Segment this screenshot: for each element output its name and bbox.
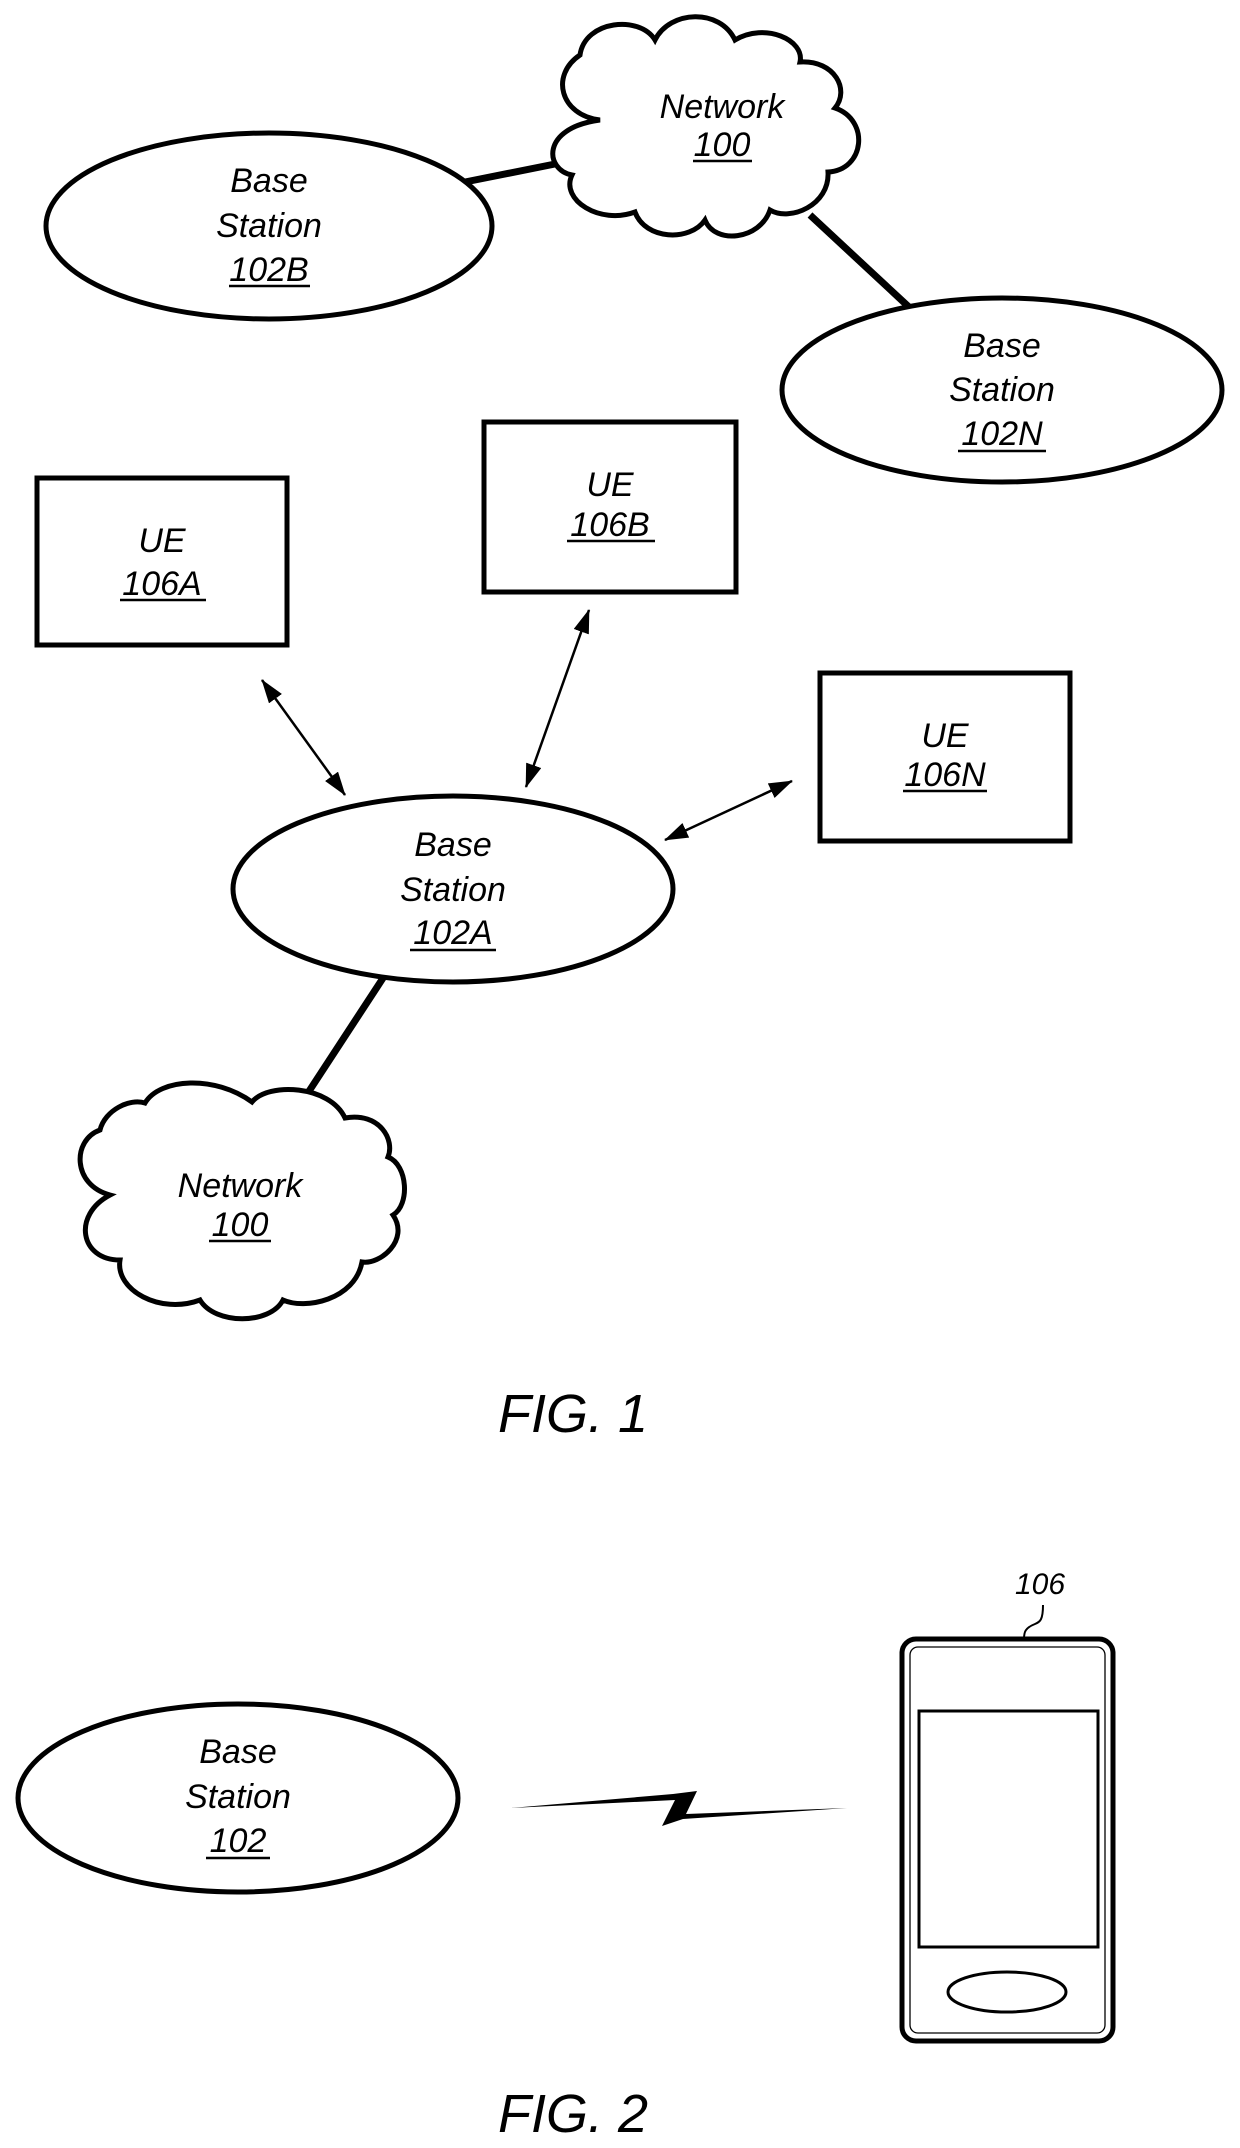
base-station-102: Base Station 102 [15,1701,461,1895]
ue-106b: UE 106B [481,419,739,595]
fig-2: Base Station 102 106 FIG. 2 [15,1568,1116,2144]
network-top-ref: 100 [694,126,751,164]
device-screen [917,1709,1100,1949]
bs-102b-line1: Base [230,162,308,200]
network-top-name: Network [660,88,787,126]
base-station-102a: Base Station 102A [230,793,676,985]
ue-106a: UE 106A [34,475,290,648]
bs-102a-ref: 102A [413,914,492,952]
arrow-ue106a-bs102a [260,679,347,796]
fig-1-caption: FIG. 1 [498,1384,648,1444]
ue-106n: UE 106N [817,670,1073,844]
ue-106a-name: UE [138,522,186,560]
device-ref-leader [1023,1604,1044,1640]
arrow-ue106b-bs102a [524,609,591,788]
device-home-button [946,1970,1068,2014]
bs-102-line1: Base [199,1733,277,1771]
arrow-ue106n-bs102a [664,779,793,842]
ue-106n-name: UE [921,717,969,755]
ue-106b-name: UE [586,466,634,504]
ue-box [34,475,290,648]
network-bottom-ref: 100 [212,1206,269,1244]
link-102a-network [297,973,388,1107]
bs-102n-ref: 102N [961,415,1043,453]
fig-2-caption: FIG. 2 [498,2084,648,2144]
link-network-102n [807,212,913,311]
network-cloud-top: Network 100 [550,14,861,239]
network-bottom-name: Network [178,1167,305,1205]
bs-102b-ref: 102B [229,251,308,289]
ue-106a-ref: 106A [122,565,201,603]
bs-102a-line1: Base [414,826,492,864]
ue-106b-ref: 106B [570,506,649,544]
wireless-link-bolt-icon [511,1791,847,1826]
network-cloud-bottom: Network 100 [77,1080,407,1322]
bs-102n-line2: Station [949,371,1055,409]
device-106-ref: 106 [1015,1568,1065,1601]
link-102b-network [459,158,566,187]
base-station-102n: Base Station 102N [779,295,1225,485]
fig-1: Network 100 Base Station 102B Base Stati… [34,14,1225,1444]
ue-device-106: 106 [899,1568,1116,2044]
patent-drawing: Network 100 Base Station 102B Base Stati… [15,14,1225,2144]
bs-102-line2: Station [185,1778,291,1816]
bs-102a-line2: Station [400,871,506,909]
bs-102n-line1: Base [963,327,1041,365]
bs-102b-line2: Station [216,207,322,245]
bs-102-ref: 102 [210,1822,267,1860]
ue-106n-ref: 106N [904,756,986,794]
base-station-102b: Base Station 102B [43,130,495,322]
